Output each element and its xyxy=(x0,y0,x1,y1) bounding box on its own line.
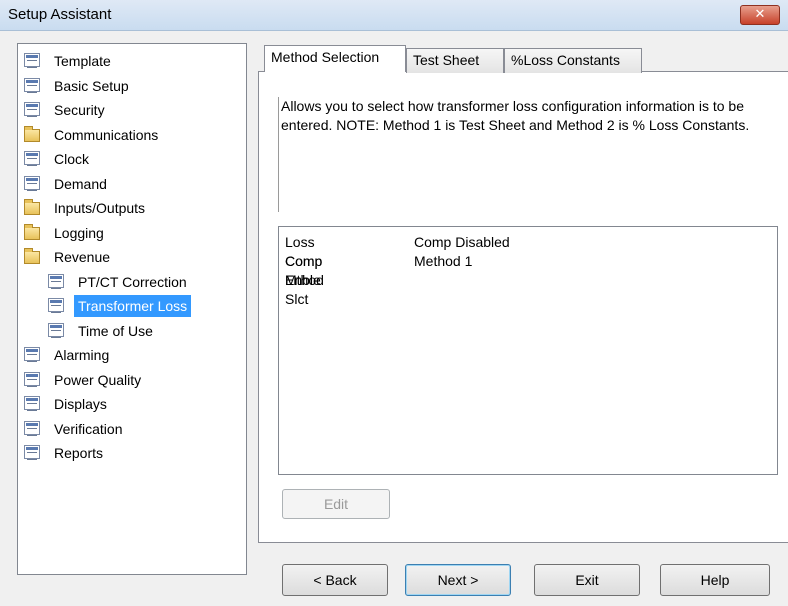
page-icon xyxy=(24,77,40,93)
page-icon xyxy=(24,151,40,166)
tab-label: %Loss Constants xyxy=(511,52,620,68)
page-icon xyxy=(48,322,64,338)
window-title: Setup Assistant xyxy=(8,6,112,23)
tree-item-template[interactable]: Template xyxy=(22,50,232,72)
tree-item-label: Power Quality xyxy=(54,371,142,388)
page-icon xyxy=(48,273,64,289)
folder-icon xyxy=(24,199,40,215)
tree-item-demand[interactable]: Demand xyxy=(22,173,232,195)
close-icon: ✕ xyxy=(754,7,766,22)
tab-label: Test Sheet xyxy=(413,52,480,68)
tree-item-logging[interactable]: Logging xyxy=(22,222,232,244)
setting-value: Method 1 xyxy=(414,253,473,269)
tree-item-revenue[interactable]: Revenue xyxy=(22,246,232,268)
tree-item-communications[interactable]: Communications xyxy=(22,124,232,146)
tree-item-label: PT/CT Correction xyxy=(78,273,187,290)
tree-item-reports[interactable]: Reports xyxy=(22,442,232,464)
page-icon xyxy=(24,371,40,387)
tree-item-transformer-loss[interactable]: Transformer Loss xyxy=(46,295,232,317)
setting-value: Comp Disabled xyxy=(414,234,510,250)
tree-item-label: Communications xyxy=(54,126,159,143)
page-icon xyxy=(24,53,40,68)
tree-item-label: Demand xyxy=(54,175,107,192)
next-button[interactable]: Next > xyxy=(405,564,511,596)
tree-item-alarming[interactable]: Alarming xyxy=(22,344,232,366)
page-icon xyxy=(48,298,64,313)
folder-icon xyxy=(24,248,40,264)
description-text: Allows you to select how transformer los… xyxy=(281,98,750,133)
tab-method-selection[interactable]: Method Selection xyxy=(264,45,406,72)
edit-button[interactable]: Edit xyxy=(282,489,390,519)
tree-item-inputs-outputs[interactable]: Inputs/Outputs xyxy=(22,197,232,219)
exit-button[interactable]: Exit xyxy=(534,564,640,596)
tree-item-label: Security xyxy=(54,102,105,118)
tree-item-label: Inputs/Outputs xyxy=(54,200,146,216)
title-bar: Setup Assistant ✕ xyxy=(0,0,788,31)
settings-list[interactable]: Loss Comp Enble Comp Disabled Comp Mthod… xyxy=(278,226,778,475)
tree-item-clock[interactable]: Clock xyxy=(22,148,232,170)
folder-icon xyxy=(24,125,40,142)
tree-item-label: Basic Setup xyxy=(54,77,129,94)
tree-item-label: Logging xyxy=(54,224,104,241)
tree-item-label: Verification xyxy=(54,420,123,437)
tab-label: Method Selection xyxy=(271,49,380,65)
page-icon xyxy=(24,102,40,117)
close-button[interactable]: ✕ xyxy=(740,5,780,25)
tree-item-label: Clock xyxy=(54,151,90,167)
page-icon xyxy=(24,347,40,362)
tree-item-label: Revenue xyxy=(54,249,111,265)
tree-item-verification[interactable]: Verification xyxy=(22,418,232,440)
help-button[interactable]: Help xyxy=(660,564,770,596)
tree-item-displays[interactable]: Displays xyxy=(22,393,232,415)
tree-item-time-of-use[interactable]: Time of Use xyxy=(46,320,232,342)
tree-item-label: Time of Use xyxy=(78,322,153,339)
tree-item-label: Reports xyxy=(54,445,104,461)
back-button[interactable]: < Back xyxy=(282,564,388,596)
tree-item-basic-setup[interactable]: Basic Setup xyxy=(22,75,232,97)
setting-name: Comp Mthod Slct xyxy=(285,253,324,307)
page-icon xyxy=(24,445,40,460)
tree-item-label: Alarming xyxy=(54,347,110,363)
page-icon xyxy=(24,396,40,411)
page-icon xyxy=(24,175,40,191)
description-box: Allows you to select how transformer los… xyxy=(278,97,778,212)
tab-test-sheet[interactable]: Test Sheet xyxy=(406,48,504,73)
tree-item-security[interactable]: Security xyxy=(22,99,232,121)
tree-item-label: Template xyxy=(54,53,111,69)
tree-item-pt-ct-correction[interactable]: PT/CT Correction xyxy=(46,271,232,293)
tree-item-label: Transformer Loss xyxy=(74,295,192,317)
page-icon xyxy=(24,420,40,436)
tree-item-label: Displays xyxy=(54,396,107,412)
setup-tree[interactable]: Template Basic Setup Security Communication… xyxy=(17,43,247,575)
tree-item-power-quality[interactable]: Power Quality xyxy=(22,369,232,391)
tab-loss-constants[interactable]: %Loss Constants xyxy=(504,48,642,73)
folder-icon xyxy=(24,223,40,240)
